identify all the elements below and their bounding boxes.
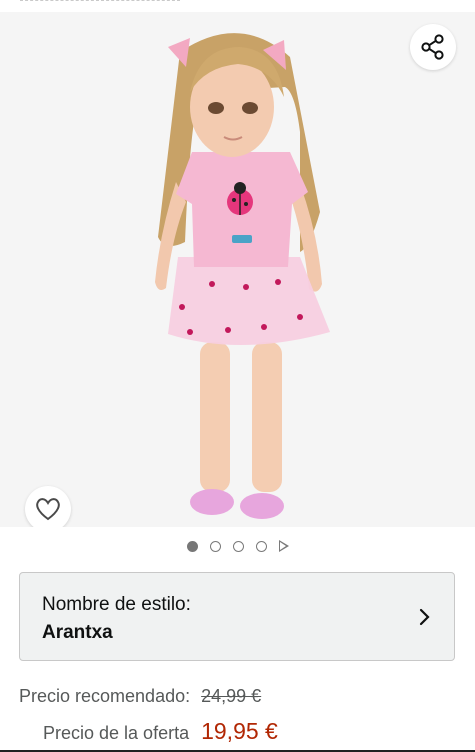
carousel-dot-2[interactable] bbox=[209, 540, 221, 552]
recommended-price: 24,99 € bbox=[201, 686, 262, 706]
play-icon[interactable] bbox=[278, 540, 289, 552]
recommended-price-label: Precio recomendado: bbox=[19, 686, 191, 706]
product-image[interactable] bbox=[0, 12, 475, 527]
share-button[interactable] bbox=[410, 24, 456, 70]
heart-icon bbox=[36, 498, 60, 521]
carousel-indicator[interactable] bbox=[0, 540, 475, 552]
carousel-dot-3[interactable] bbox=[232, 540, 244, 552]
chevron-right-icon bbox=[419, 608, 430, 626]
style-selector[interactable]: Nombre de estilo: Arantxa bbox=[19, 572, 455, 661]
share-icon bbox=[421, 34, 444, 60]
offer-price-row: Precio de la oferta 19,95 € bbox=[43, 718, 278, 745]
carousel-dot-4[interactable] bbox=[255, 540, 267, 552]
offer-price: 19,95 € bbox=[201, 718, 278, 744]
recommended-price-row: Precio recomendado: 24,99 € bbox=[19, 686, 261, 707]
product-image-area[interactable] bbox=[0, 12, 475, 527]
wishlist-button[interactable] bbox=[25, 486, 71, 527]
style-value: Arantxa bbox=[42, 622, 113, 643]
carousel-dot-1[interactable] bbox=[186, 540, 198, 552]
top-edge bbox=[0, 0, 475, 12]
style-label: Nombre de estilo: bbox=[42, 594, 191, 615]
cut-off-text bbox=[20, 0, 180, 4]
offer-price-label: Precio de la oferta bbox=[43, 723, 190, 743]
